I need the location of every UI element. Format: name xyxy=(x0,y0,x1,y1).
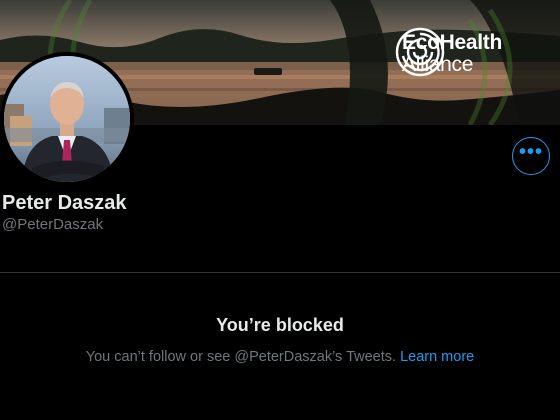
profile-name: Peter Daszak xyxy=(2,192,127,214)
avatar[interactable] xyxy=(0,52,134,186)
blocked-message-text: You can’t follow or see @PeterDaszak’s T… xyxy=(85,349,397,365)
more-options-icon: ••• xyxy=(518,141,543,163)
more-options-button[interactable]: ••• xyxy=(512,137,550,175)
ecohealth-logo-icon xyxy=(395,27,445,77)
avatar-photo xyxy=(4,56,130,182)
profile-handle: @PeterDaszak xyxy=(2,216,104,233)
blocked-title: You’re blocked xyxy=(216,315,344,335)
divider xyxy=(0,272,560,273)
learn-more-link[interactable]: Learn more xyxy=(400,349,474,365)
blocked-message: You can’t follow or see @PeterDaszak’s T… xyxy=(0,349,560,365)
ecohealth-alliance-logo: EcoHealth Alliance xyxy=(394,26,502,80)
